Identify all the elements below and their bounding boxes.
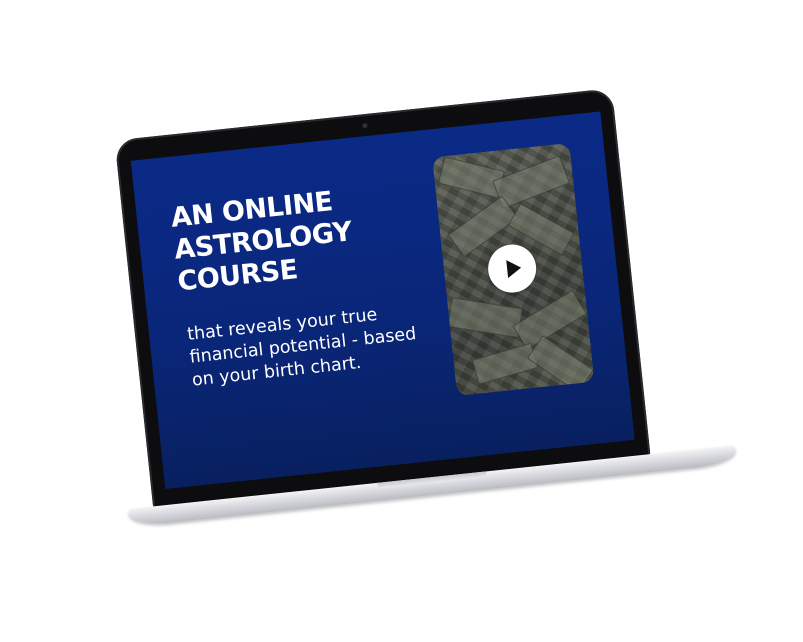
play-button[interactable] [485,242,539,295]
page: AN ONLINE ASTROLOGY COURSE that reveals … [0,0,803,642]
money-decoration [447,297,524,339]
laptop-lid: AN ONLINE ASTROLOGY COURSE that reveals … [114,88,651,511]
subheadline: that reveals your true financial potenti… [186,304,418,391]
money-decoration [526,335,594,393]
headline: AN ONLINE ASTROLOGY COURSE [169,178,418,299]
laptop-mockup: AN ONLINE ASTROLOGY COURSE that reveals … [90,79,741,560]
money-decoration [471,342,539,385]
video-thumbnail[interactable] [432,142,595,397]
laptop-screen: AN ONLINE ASTROLOGY COURSE that reveals … [130,111,635,490]
play-icon [506,258,523,279]
money-decoration [437,156,505,199]
webcam-icon [362,122,368,129]
